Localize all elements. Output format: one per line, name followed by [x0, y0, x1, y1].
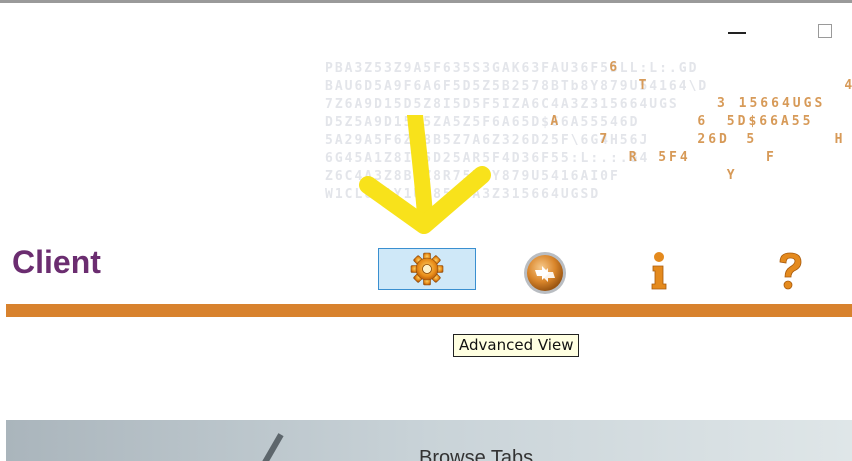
matrix-highlight-glyph: 26D: [697, 132, 730, 147]
matrix-highlight-glyph: A: [550, 114, 562, 129]
content-banner: Browse Tabs: [6, 420, 852, 461]
matrix-highlight-glyph: 4: [844, 78, 852, 93]
matrix-highlight-glyph: R: [628, 150, 640, 165]
matrix-highlight-glyph: 7: [599, 132, 611, 147]
matrix-highlight-glyph: 5D$66A55: [726, 114, 814, 129]
info-button[interactable]: [643, 250, 675, 292]
advanced-view-button[interactable]: [378, 248, 476, 290]
matrix-highlight-glyph: 5F4: [658, 150, 691, 165]
refresh-icon: [524, 252, 566, 294]
maximize-icon[interactable]: [818, 24, 832, 38]
gear-icon: [410, 252, 444, 286]
matrix-highlight-glyph: F: [766, 150, 777, 165]
matrix-highlight-glyph: 3 15664UGS: [717, 96, 826, 111]
help-icon: [779, 252, 802, 290]
banner-decoration: [258, 433, 284, 461]
header-divider: [6, 304, 852, 317]
help-button[interactable]: [770, 250, 810, 292]
refresh-button[interactable]: [522, 250, 568, 296]
matrix-highlight-glyph: 5: [746, 132, 758, 147]
matrix-highlight-glyph: T: [638, 78, 650, 93]
matrix-highlight-glyph: 6: [609, 60, 621, 75]
minimize-icon[interactable]: [728, 32, 746, 34]
yellow-arrow-icon: [359, 115, 491, 234]
matrix-highlight-glyph: Y: [726, 168, 738, 183]
matrix-highlight-glyph: H: [834, 132, 846, 147]
window-top-border: [0, 0, 852, 3]
matrix-highlight-glyph: 6: [697, 114, 709, 129]
app-name: Client: [12, 244, 101, 280]
banner-text: Browse Tabs: [419, 447, 534, 461]
info-icon: [651, 252, 667, 290]
tooltip: Advanced View: [453, 334, 580, 357]
